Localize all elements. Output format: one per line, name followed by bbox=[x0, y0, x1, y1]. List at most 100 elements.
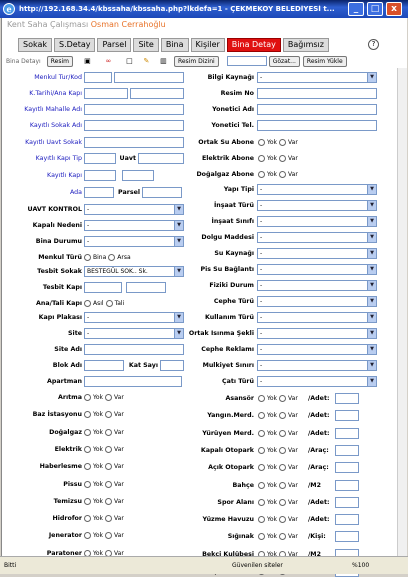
radio-button[interactable] bbox=[258, 412, 265, 420]
radio-group[interactable]: Yok Var bbox=[256, 497, 298, 508]
text-input[interactable] bbox=[160, 360, 184, 371]
text-input[interactable] bbox=[84, 376, 182, 387]
radio-group[interactable]: Asıl Tali bbox=[82, 298, 124, 309]
radio-group[interactable]: Yok Var bbox=[256, 531, 298, 542]
tab-5[interactable]: Kişiler bbox=[190, 38, 225, 52]
radio-button[interactable] bbox=[258, 155, 265, 162]
new-icon[interactable]: □ bbox=[125, 57, 134, 66]
radio-button[interactable] bbox=[279, 139, 287, 146]
text-input[interactable] bbox=[257, 120, 377, 131]
text-input[interactable] bbox=[84, 88, 128, 99]
resim-dizini-button[interactable]: Resim Dizini bbox=[173, 55, 219, 67]
radio-button[interactable] bbox=[105, 497, 113, 505]
text-input[interactable] bbox=[84, 137, 184, 148]
radio-group[interactable]: Yok Var bbox=[82, 427, 124, 438]
select[interactable]: - ▼ bbox=[257, 312, 377, 323]
radio-group[interactable]: Yok Var bbox=[256, 514, 298, 525]
radio-button[interactable] bbox=[258, 395, 265, 402]
radio-button[interactable] bbox=[84, 463, 91, 471]
radio-button[interactable] bbox=[84, 445, 91, 453]
text-input[interactable] bbox=[335, 427, 359, 439]
radio-button[interactable] bbox=[279, 481, 287, 489]
radio-button[interactable] bbox=[258, 139, 265, 146]
radio-group[interactable]: Yok Var bbox=[82, 392, 124, 403]
text-input[interactable] bbox=[84, 104, 184, 115]
maximize-button[interactable]: □ bbox=[367, 2, 383, 16]
radio-group[interactable]: Yok Var bbox=[82, 461, 124, 472]
radio-group[interactable]: Yok Var bbox=[82, 513, 124, 524]
zoom-level[interactable]: %100 bbox=[352, 562, 369, 569]
radio-button[interactable] bbox=[279, 171, 287, 178]
radio-group[interactable]: Yok Var bbox=[256, 480, 298, 491]
radio-group[interactable]: Yok Var bbox=[82, 496, 124, 507]
select[interactable]: - ▼ bbox=[257, 376, 377, 387]
text-input[interactable] bbox=[335, 496, 359, 508]
radio-group[interactable]: Yok Var bbox=[256, 393, 298, 404]
select[interactable]: - ▼ bbox=[257, 328, 377, 339]
tab-3[interactable]: Site bbox=[133, 38, 159, 52]
radio-group[interactable]: Yok Var bbox=[256, 153, 298, 164]
file-path-input[interactable] bbox=[226, 56, 267, 66]
radio-button[interactable] bbox=[108, 254, 116, 261]
close-button[interactable]: x bbox=[386, 2, 402, 16]
radio-button[interactable] bbox=[279, 412, 287, 420]
radio-button[interactable] bbox=[105, 445, 113, 453]
radio-button[interactable] bbox=[258, 171, 265, 178]
delete-icon[interactable]: ▥ bbox=[159, 57, 168, 66]
text-input[interactable] bbox=[84, 360, 124, 371]
tab-4[interactable]: Bina bbox=[160, 38, 189, 52]
radio-button[interactable] bbox=[84, 300, 91, 307]
resim-yukle-button[interactable]: Resim Yükle bbox=[302, 55, 347, 67]
radio-button[interactable] bbox=[84, 411, 91, 419]
tab-6[interactable]: Bina Detay bbox=[226, 38, 281, 52]
text-input[interactable] bbox=[130, 88, 184, 99]
radio-group[interactable]: Yok Var bbox=[256, 137, 298, 148]
radio-button[interactable] bbox=[105, 463, 113, 471]
tesbit-sokak-select[interactable]: BESTEGÜL SOK.. Sk. ▼ bbox=[84, 266, 184, 277]
radio-button[interactable] bbox=[84, 254, 91, 261]
link-icon[interactable]: ∞ bbox=[104, 57, 113, 66]
text-input[interactable] bbox=[126, 282, 166, 293]
radio-button[interactable] bbox=[258, 498, 265, 506]
radio-button[interactable] bbox=[279, 533, 287, 541]
radio-button[interactable] bbox=[84, 515, 91, 523]
text-input[interactable] bbox=[257, 88, 377, 99]
radio-button[interactable] bbox=[279, 395, 287, 402]
select[interactable]: - ▼ bbox=[84, 220, 184, 231]
select[interactable]: - ▼ bbox=[257, 216, 377, 227]
radio-button[interactable] bbox=[84, 428, 91, 436]
text-input[interactable] bbox=[335, 462, 359, 474]
select[interactable]: - ▼ bbox=[257, 232, 377, 243]
text-input[interactable] bbox=[335, 410, 359, 422]
radio-button[interactable] bbox=[105, 515, 113, 523]
tab-1[interactable]: S.Detay bbox=[54, 38, 96, 52]
text-input[interactable] bbox=[335, 393, 359, 404]
text-input[interactable] bbox=[335, 514, 359, 526]
radio-button[interactable] bbox=[258, 429, 265, 437]
select[interactable]: - ▼ bbox=[257, 248, 377, 259]
text-input[interactable] bbox=[84, 344, 184, 355]
tab-2[interactable]: Parsel bbox=[97, 38, 132, 52]
text-input[interactable] bbox=[84, 120, 184, 131]
radio-group[interactable]: Yok Var bbox=[82, 530, 124, 541]
select[interactable]: - ▼ bbox=[257, 360, 377, 371]
text-input[interactable] bbox=[114, 72, 184, 83]
select[interactable]: - ▼ bbox=[84, 236, 184, 247]
radio-button[interactable] bbox=[279, 464, 287, 472]
radio-button[interactable] bbox=[84, 480, 91, 488]
text-input[interactable] bbox=[142, 187, 182, 198]
radio-group[interactable]: Yok Var bbox=[256, 462, 298, 473]
tab-0[interactable]: Sokak bbox=[18, 38, 52, 52]
text-input[interactable] bbox=[122, 170, 154, 181]
radio-button[interactable] bbox=[279, 446, 287, 454]
radio-group[interactable]: Yok Var bbox=[256, 410, 298, 421]
select[interactable]: - ▼ bbox=[257, 184, 377, 195]
radio-button[interactable] bbox=[105, 300, 113, 307]
radio-button[interactable] bbox=[105, 532, 113, 540]
resim-button[interactable]: Resim bbox=[46, 55, 73, 67]
text-input[interactable] bbox=[335, 444, 359, 456]
select[interactable]: - ▼ bbox=[257, 200, 377, 211]
radio-button[interactable] bbox=[105, 480, 113, 488]
select[interactable]: - ▼ bbox=[257, 264, 377, 275]
radio-button[interactable] bbox=[258, 446, 265, 454]
